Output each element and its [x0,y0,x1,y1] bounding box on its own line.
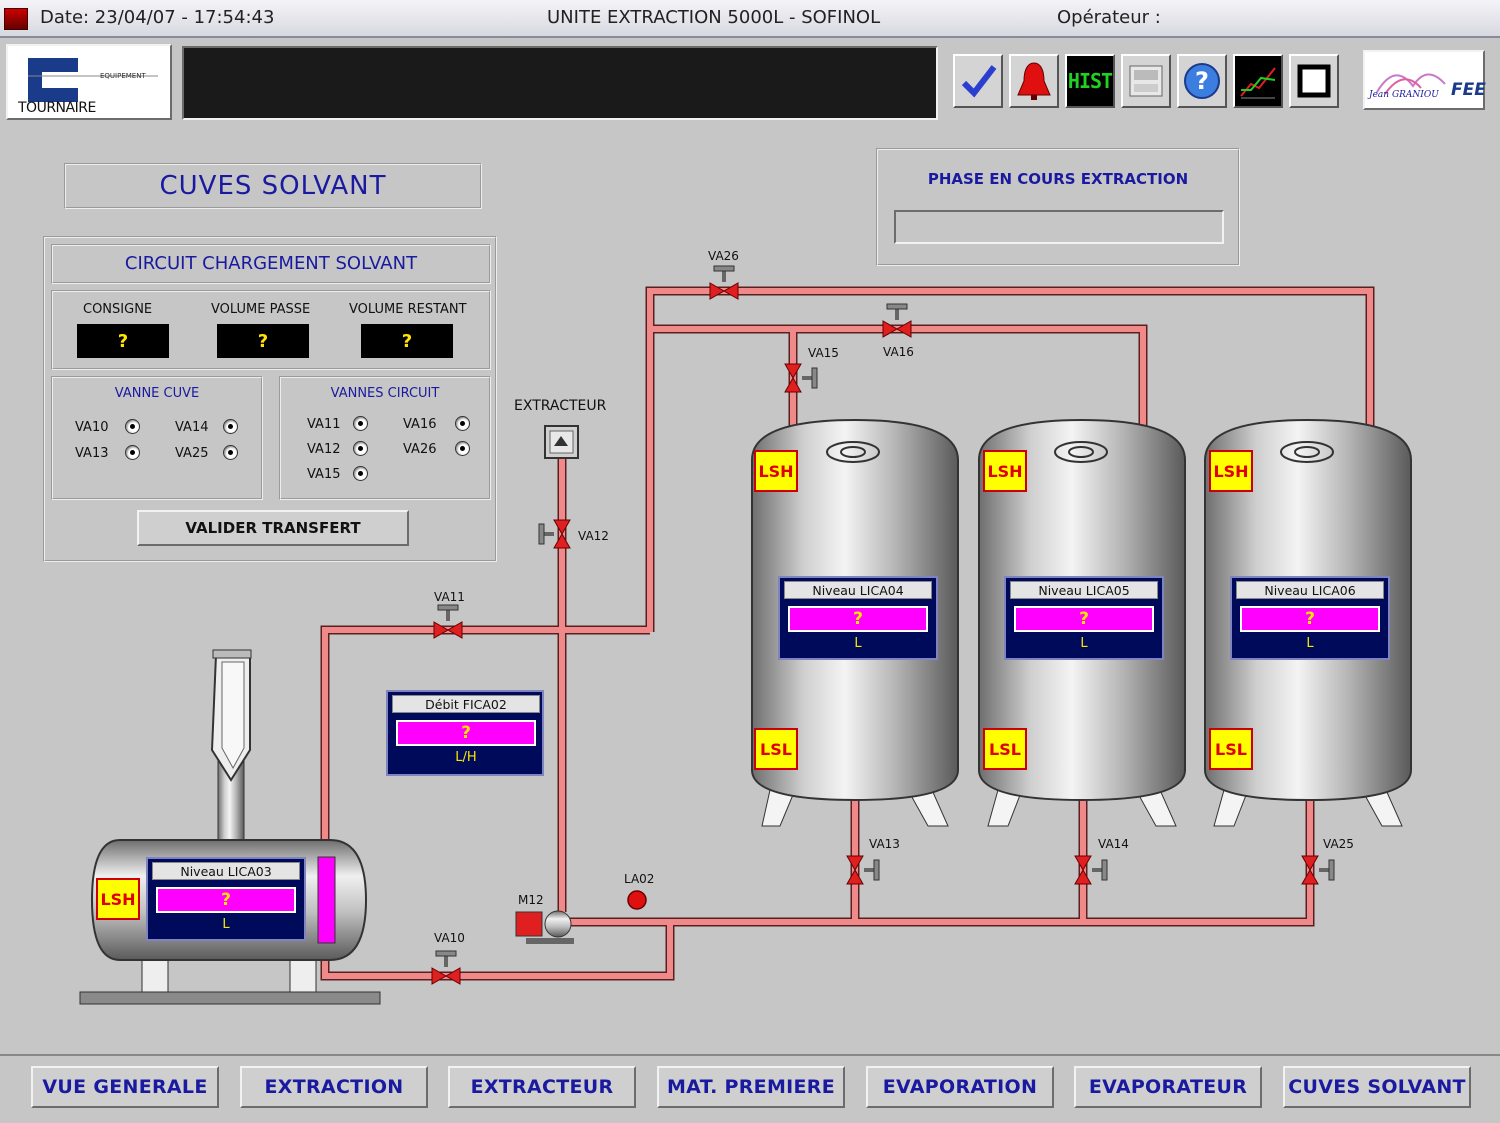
nav-evaporation-button[interactable]: EVAPORATION [866,1066,1054,1108]
valve-va15-label: VA15 [808,346,839,360]
level-lica03-name: Niveau LICA03 [152,862,300,880]
level-lica03-unit: L [222,917,230,932]
extracteur-device [544,425,579,459]
flow-fica02-value: ? [396,720,536,746]
lsh-lica03-indicator: LSH [96,878,140,920]
level-lica04-display[interactable]: Niveau LICA04 ? L [778,576,938,660]
valve-va25-label: VA25 [1323,837,1354,851]
level-lica06-name: Niveau LICA06 [1236,581,1384,599]
level-lica04-value: ? [788,606,928,632]
lsl-lica06-indicator: LSL [1209,728,1253,770]
nav-vue-generale-button[interactable]: VUE GENERALE [31,1066,219,1108]
valve-va14-label: VA14 [1098,837,1129,851]
lsh-lica05-indicator: LSH [983,450,1027,492]
valve-va12-label: VA12 [578,529,609,543]
level-lica04-unit: L [854,636,862,651]
flow-fica02-unit: L/H [455,750,477,765]
valve-va10-label: VA10 [434,931,465,945]
tank-lica03 [79,649,381,1005]
level-lica06-unit: L [1306,636,1314,651]
valve-va13-label: VA13 [869,837,900,851]
alarm-la02-indicator[interactable] [627,890,647,910]
pump-m12 [515,910,574,944]
level-lica03-display[interactable]: Niveau LICA03 ? L [146,857,306,941]
process-diagram [79,265,1412,1005]
level-lica04-name: Niveau LICA04 [784,581,932,599]
valve-va26-label: VA26 [708,249,739,263]
extracteur-label: EXTRACTEUR [514,398,607,414]
lsh-lica06-indicator: LSH [1209,450,1253,492]
level-lica05-display[interactable]: Niveau LICA05 ? L [1004,576,1164,660]
alarm-la02-label: LA02 [624,872,655,886]
valve-va11-label: VA11 [434,590,465,604]
nav-mat-premiere-button[interactable]: MAT. PREMIERE [657,1066,845,1108]
nav-extracteur-button[interactable]: EXTRACTEUR [448,1066,636,1108]
nav-cuves-solvant-button[interactable]: CUVES SOLVANT [1283,1066,1471,1108]
pump-m12-label: M12 [518,893,544,907]
lsh-lica04-indicator: LSH [754,450,798,492]
flow-fica02-name: Débit FICA02 [392,695,540,713]
level-lica05-value: ? [1014,606,1154,632]
nav-evaporateur-button[interactable]: EVAPORATEUR [1074,1066,1262,1108]
flow-fica02-display[interactable]: Débit FICA02 ? L/H [386,690,544,776]
level-lica05-name: Niveau LICA05 [1010,581,1158,599]
level-lica03-value: ? [156,887,296,913]
level-lica06-display[interactable]: Niveau LICA06 ? L [1230,576,1390,660]
nav-extraction-button[interactable]: EXTRACTION [240,1066,428,1108]
valve-va16-label: VA16 [883,345,914,359]
lsl-lica05-indicator: LSL [983,728,1027,770]
level-lica06-value: ? [1240,606,1380,632]
level-lica05-unit: L [1080,636,1088,651]
lsl-lica04-indicator: LSL [754,728,798,770]
